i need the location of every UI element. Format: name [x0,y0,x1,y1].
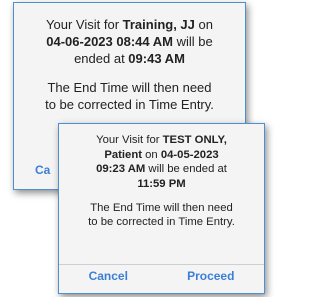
note-line-2: to be corrected in Time Entry. [45,96,214,112]
message-text: ended at [74,50,129,66]
message-line-4: 11:59 PM [65,177,258,192]
end-time: 09:43 AM [128,50,185,66]
message-line-1: Your Visit for Training, JJ on [22,17,237,34]
visit-date: 04-05-2023 [160,148,219,161]
message-text: on [142,148,161,161]
message-line-3: 09:23 AM will be ended at [65,162,258,177]
dialog-message: Your Visit for Training, JJ on 04-06-202… [14,3,245,113]
proceed-button[interactable]: Proceed [187,269,234,283]
patient-name-cont: Patient [104,148,143,161]
visit-datetime: 04-06-2023 08:44 AM [46,33,173,49]
message-text: Your Visit for [96,134,163,146]
note-line-1: The End Time will then need [90,201,233,214]
button-divider [59,264,264,265]
end-visit-dialog-front: Your Visit for TEST ONLY, Patient on 04-… [58,123,265,294]
message-text: will be [172,33,213,49]
note-line-2: to be corrected in Time Entry. [88,216,235,229]
patient-name: TEST ONLY, [162,134,227,146]
cancel-button[interactable]: Cancel [89,269,128,283]
patient-name: Training, JJ [122,17,195,32]
note-line-1: The End Time will then need [47,79,212,95]
message-line-2: 04-06-2023 08:44 AM will be [22,34,237,51]
message-text: will be ended at [145,163,227,176]
note-text: The End Time will then need to be correc… [65,201,258,230]
message-text: Your Visit for [46,17,123,32]
message-line-3: ended at 09:43 AM [22,51,237,68]
message-line-1: Your Visit for TEST ONLY, [65,133,258,148]
button-row: Cancel Proceed [59,269,264,283]
visit-time: 09:23 AM [96,163,146,176]
note-text: The End Time will then need to be correc… [22,80,237,114]
end-time: 11:59 PM [137,178,186,191]
dialog-message: Your Visit for TEST ONLY, Patient on 04-… [59,124,264,230]
cancel-button[interactable]: Ca [35,163,50,177]
message-text: on [194,17,213,32]
message-line-2: Patient on 04-05-2023 [65,148,258,163]
